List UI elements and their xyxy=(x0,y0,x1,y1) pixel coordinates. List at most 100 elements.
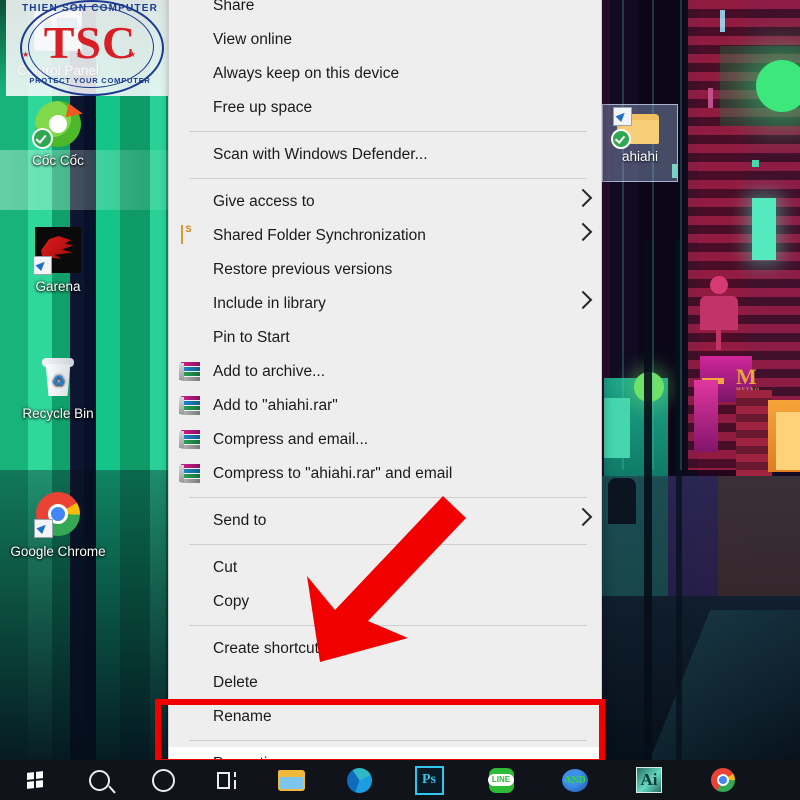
desktop-icon-google-chrome[interactable]: Google Chrome xyxy=(2,490,114,559)
menu-item-add-to-ahiahirar[interactable]: Add to "ahiahi.rar" xyxy=(169,389,601,423)
chevron-right-icon xyxy=(574,223,592,241)
and-button[interactable]: AND xyxy=(550,760,600,800)
line-button[interactable]: LINE xyxy=(476,760,526,800)
task-view-button[interactable] xyxy=(202,760,252,800)
neon-green-glow xyxy=(756,60,800,112)
and-icon: AND xyxy=(562,769,588,792)
menu-item-label: Give access to xyxy=(213,193,315,211)
google-chrome-icon xyxy=(711,768,735,792)
menu-item-label: Include in library xyxy=(213,295,326,313)
chevron-right-icon xyxy=(574,508,592,526)
edge-icon xyxy=(347,768,372,793)
neon-tick-blue xyxy=(720,10,725,32)
task-view-icon xyxy=(217,772,237,789)
red-highlight-box xyxy=(155,699,605,765)
desktop-icon-recycle-bin[interactable]: ♻ Recycle Bin xyxy=(2,352,114,421)
coccoc-browser-icon xyxy=(34,101,82,149)
neon-figure-leg xyxy=(716,326,721,350)
menu-separator xyxy=(189,131,587,132)
wallpaper-vline-1 xyxy=(622,0,624,470)
line-icon: LINE xyxy=(489,768,514,793)
microsoft-edge-button[interactable] xyxy=(334,760,384,800)
garena-icon xyxy=(34,227,82,275)
neon-teal-highlight xyxy=(604,398,630,458)
menu-item-label: Always keep on this device xyxy=(213,65,399,83)
desktop-icon-coccoc[interactable]: Cốc Cốc xyxy=(2,100,114,168)
watermark-main-text: TSC xyxy=(6,20,174,66)
watermark-stars: ★ ★ ★ xyxy=(6,50,174,59)
menu-item-view-online[interactable]: View online xyxy=(169,23,601,57)
menu-item-label: Shared Folder Synchronization xyxy=(213,227,426,245)
photoshop-icon: Ps xyxy=(415,766,444,795)
menu-item-free-up-space[interactable]: Free up space xyxy=(169,91,601,125)
menu-item-label: Add to archive... xyxy=(213,363,325,381)
wallpaper-vline-3 xyxy=(680,0,682,470)
menu-item-shared-folder-synchronization[interactable]: Shared Folder Synchronization xyxy=(169,219,601,253)
windows-defender-shield-icon xyxy=(181,145,201,165)
winrar-icon xyxy=(181,396,201,416)
wallpaper-pillar-a xyxy=(644,240,652,760)
watermark-top-text: THIEN SON COMPUTER xyxy=(6,3,174,14)
chrome-taskbar-button[interactable] xyxy=(698,760,748,800)
desktop-icon-label: Recycle Bin xyxy=(2,406,114,421)
chevron-right-icon xyxy=(574,189,592,207)
wallpaper-vline-2 xyxy=(652,0,654,470)
neon-figure-body xyxy=(700,296,738,330)
menu-item-label: Share xyxy=(213,0,254,15)
menu-item-label: Restore previous versions xyxy=(213,261,392,279)
menu-item-include-in-library[interactable]: Include in library xyxy=(169,287,601,321)
menu-item-compress-to-ahiahirar-and-email[interactable]: Compress to "ahiahi.rar" and email xyxy=(169,457,601,491)
line-label: LINE xyxy=(488,774,514,786)
neon-orange-window xyxy=(776,412,800,470)
neon-mint-panel xyxy=(752,198,776,260)
cortana-button[interactable] xyxy=(138,760,188,800)
google-chrome-icon xyxy=(34,492,82,540)
winrar-icon xyxy=(181,362,201,382)
illustrator-button[interactable]: Ai xyxy=(624,760,674,800)
menu-item-label: Delete xyxy=(213,674,258,692)
menu-item-scan-with-windows-defender[interactable]: Scan with Windows Defender... xyxy=(169,138,601,172)
desktop-icon-label: ahiahi xyxy=(603,149,677,164)
file-explorer-button[interactable] xyxy=(266,760,316,800)
recycle-bin-icon: ♻ xyxy=(34,354,82,402)
search-button[interactable] xyxy=(74,760,124,800)
red-arrow-annotation xyxy=(280,488,490,688)
photoshop-button[interactable]: Ps xyxy=(404,760,454,800)
menu-item-add-to-archive[interactable]: Add to archive... xyxy=(169,355,601,389)
menu-item-give-access-to[interactable]: Give access to xyxy=(169,185,601,219)
watermark-bottom-text: PROTECT YOUR COMPUTER xyxy=(6,76,174,85)
winrar-icon xyxy=(181,464,201,484)
neon-tick-pink xyxy=(708,88,713,108)
menu-item-share[interactable]: Share xyxy=(169,0,601,23)
desktop-icon-label: Cốc Cốc xyxy=(2,153,114,168)
wallpaper-trash-shape xyxy=(608,478,636,524)
tsc-watermark-logo: THIEN SON COMPUTER TSC ★ ★ ★ PROTECT YOU… xyxy=(6,0,174,96)
desktop-icon-label: Garena xyxy=(2,279,114,294)
metro-sign-icon: MMETRO xyxy=(736,366,760,393)
desktop-icon-label: Google Chrome xyxy=(2,544,114,559)
menu-item-label: View online xyxy=(213,31,292,49)
illustrator-icon: Ai xyxy=(636,767,662,793)
menu-item-pin-to-start[interactable]: Pin to Start xyxy=(169,321,601,355)
menu-item-label: Send to xyxy=(213,512,266,530)
neon-dot xyxy=(752,160,759,167)
menu-item-compress-and-email[interactable]: Compress and email... xyxy=(169,423,601,457)
search-icon xyxy=(89,770,110,791)
menu-item-label: Pin to Start xyxy=(213,329,290,347)
neon-pink-tower xyxy=(694,380,718,452)
desktop-screen: MMETRO Control Panel Cốc Cốc xyxy=(0,0,800,800)
menu-item-label: Copy xyxy=(213,593,249,611)
menu-item-always-keep-on-this-device[interactable]: Always keep on this device xyxy=(169,57,601,91)
desktop-icon-garena[interactable]: Garena xyxy=(2,226,114,294)
desktop-selected-folder-ahiahi[interactable]: ahiahi xyxy=(602,104,678,182)
start-button[interactable] xyxy=(10,760,60,800)
menu-item-label: Compress to "ahiahi.rar" and email xyxy=(213,465,452,483)
neon-figure-head xyxy=(710,276,728,294)
neon-red-column xyxy=(736,390,772,476)
taskbar[interactable]: Ps LINE AND Ai xyxy=(0,760,800,800)
menu-item-label: Scan with Windows Defender... xyxy=(213,146,428,164)
menu-separator xyxy=(189,178,587,179)
folder-shortcut-icon xyxy=(617,111,661,145)
menu-item-restore-previous-versions[interactable]: Restore previous versions xyxy=(169,253,601,287)
menu-item-label: Compress and email... xyxy=(213,431,368,449)
